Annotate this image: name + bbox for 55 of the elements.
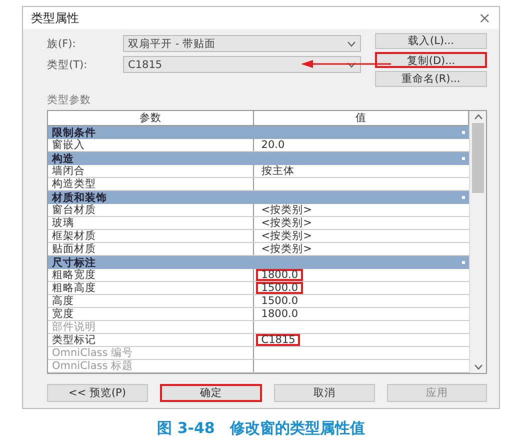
up-caret-icon	[474, 114, 482, 120]
dialog-button[interactable]: 载入(L)...	[375, 33, 487, 49]
dialog-button[interactable]: << 预览(P)	[47, 384, 148, 402]
dialog-button[interactable]: 取消	[274, 384, 374, 402]
parameter-name: 窗台材质	[48, 204, 254, 216]
collapse-icon[interactable]	[462, 196, 465, 199]
dropdown-field[interactable]: 双扇平开 - 带贴面	[123, 35, 361, 52]
dialog-button[interactable]: 复制(D)...	[375, 52, 487, 68]
group-header[interactable]: 尺寸标注	[48, 256, 469, 269]
section-label: 类型参数	[47, 93, 92, 107]
parameter-name: 构造类型	[48, 178, 254, 190]
parameter-name: 高度	[48, 295, 254, 307]
parameter-name: 部件说明	[48, 321, 254, 333]
parameter-value[interactable]: 1500.0	[256, 295, 304, 307]
collapse-icon[interactable]	[462, 157, 465, 160]
field-label: 族(F):	[47, 36, 77, 50]
down-caret-icon	[474, 364, 482, 370]
dialog-button[interactable]: 重命名(R)...	[375, 71, 487, 87]
figure-caption: 图 3-48 修改窗的类型属性值	[157, 419, 365, 438]
parameter-value[interactable]: <按类别>	[256, 243, 317, 255]
caret-icon	[347, 62, 356, 68]
parameter-value[interactable]: <按类别>	[256, 204, 317, 216]
parameter-name: 玻璃	[48, 217, 254, 229]
parameter-value[interactable]: 按主体	[256, 165, 300, 177]
parameter-value[interactable]: 1800.0	[256, 269, 304, 281]
group-header[interactable]: 构造	[48, 152, 469, 165]
dialog-button[interactable]: 确定	[160, 384, 262, 402]
collapse-icon[interactable]	[462, 261, 465, 264]
parameter-value[interactable]: 20.0	[256, 139, 290, 151]
scrollbar[interactable]	[469, 111, 486, 373]
scrollbar-thumb[interactable]	[472, 123, 484, 193]
parameter-value[interactable]: <按类别>	[256, 217, 317, 229]
group-header[interactable]: 材质和装饰	[48, 191, 469, 204]
parameter-value[interactable]: 1800.0	[256, 308, 304, 320]
parameter-name: OmniClass 编号	[48, 347, 254, 359]
column-header: 参数	[48, 111, 254, 125]
dropdown-field[interactable]: C1815	[123, 56, 361, 73]
parameter-name: 粗略高度	[48, 282, 254, 294]
parameter-name: OmniClass 标题	[48, 360, 254, 372]
close-button[interactable]: ×	[478, 9, 491, 27]
field-label: 类型(T):	[47, 58, 88, 72]
caret-icon	[347, 40, 356, 46]
parameter-name: 贴面材质	[48, 243, 254, 255]
parameter-name: 窗嵌入	[48, 139, 254, 151]
parameter-name: 类型标记	[48, 334, 254, 346]
parameter-name: 墙闭合	[48, 165, 254, 177]
collapse-icon[interactable]	[462, 131, 465, 134]
parameter-value[interactable]: <按类别>	[256, 230, 317, 242]
parameter-value[interactable]: 1500.0	[256, 282, 304, 294]
parameter-value[interactable]: C1815	[256, 334, 300, 346]
parameter-name: 框架材质	[48, 230, 254, 242]
parameter-name: 粗略宽度	[48, 269, 254, 281]
group-header[interactable]: 限制条件	[48, 126, 469, 139]
window-title: 类型属性	[31, 10, 79, 26]
parameter-name: 宽度	[48, 308, 254, 320]
